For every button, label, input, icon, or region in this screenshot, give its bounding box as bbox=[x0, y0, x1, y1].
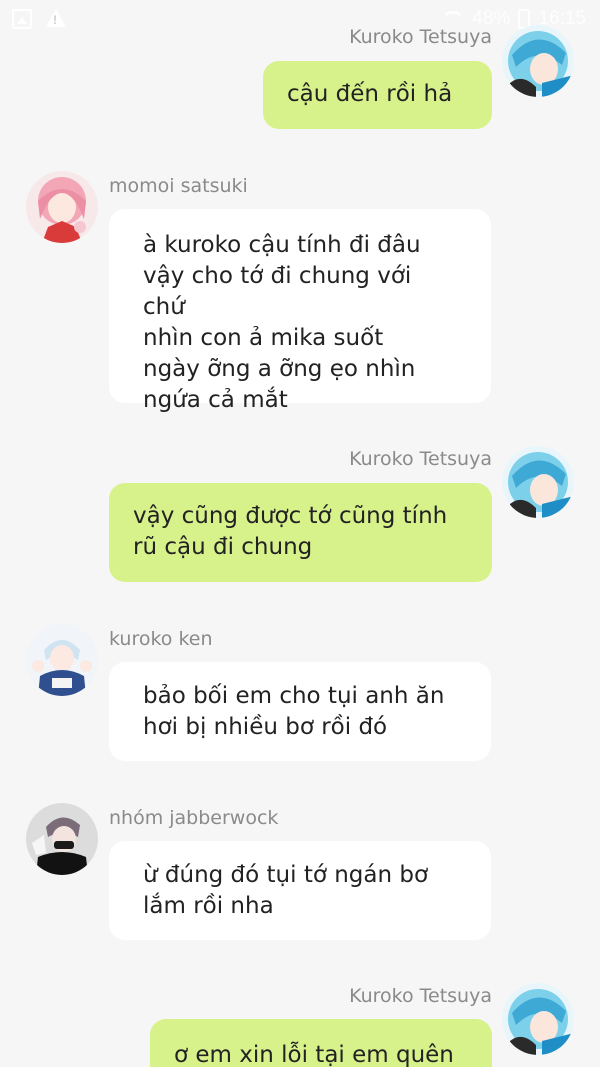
message-bubble[interactable]: cậu đến rồi hả bbox=[263, 61, 492, 129]
status-bar: 48% 16:15 bbox=[0, 0, 600, 40]
sender-name: momoi satsuki bbox=[109, 175, 248, 197]
message-bubble[interactable]: ơ em xin lỗi tại em quên bbox=[150, 1019, 492, 1067]
kuroko-avatar-icon[interactable] bbox=[502, 983, 574, 1055]
sender-name: kuroko ken bbox=[109, 628, 213, 650]
sender-name: Kuroko Tetsuya bbox=[349, 985, 492, 1007]
sender-name: nhóm jabberwock bbox=[109, 807, 279, 829]
kuroko-avatar-icon[interactable] bbox=[502, 25, 574, 97]
image-notification-icon bbox=[12, 9, 32, 29]
ken-avatar-icon[interactable] bbox=[26, 624, 98, 696]
momoi-avatar-icon[interactable] bbox=[26, 171, 98, 243]
message-bubble[interactable]: ừ đúng đó tụi tớ ngán bơ lắm rồi nha bbox=[109, 841, 491, 940]
message-bubble[interactable]: vậy cũng được tớ cũng tính rũ cậu đi chu… bbox=[109, 483, 492, 582]
message-bubble[interactable]: à kuroko cậu tính đi đâu vậy cho tớ đi c… bbox=[109, 209, 491, 413]
message-bubble[interactable]: bảo bối em cho tụi anh ăn hơi bị nhiều b… bbox=[109, 662, 491, 761]
warning-notification-icon bbox=[46, 9, 66, 27]
kuroko-avatar-icon[interactable] bbox=[502, 446, 574, 518]
jabberwock-avatar-icon[interactable] bbox=[26, 803, 98, 875]
sender-name: Kuroko Tetsuya bbox=[349, 448, 492, 470]
wifi-icon bbox=[442, 11, 465, 27]
sender-name: Kuroko Tetsuya bbox=[349, 26, 492, 48]
